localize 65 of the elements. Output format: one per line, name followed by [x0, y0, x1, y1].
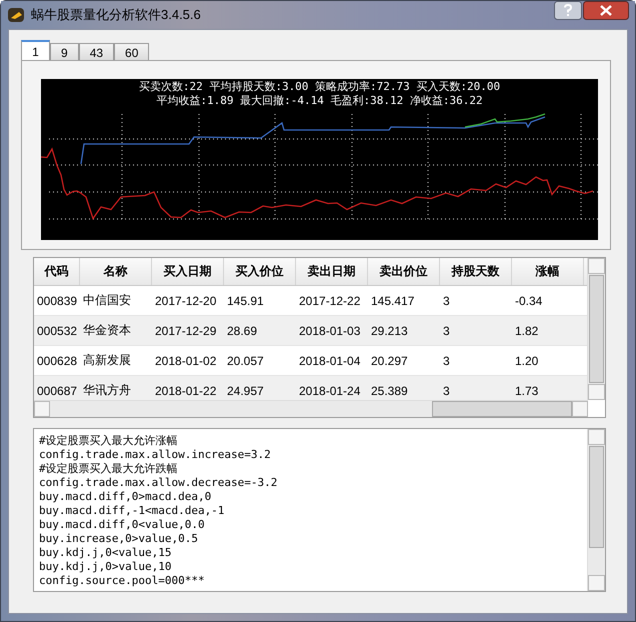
- table-cell-text: 3: [442, 354, 451, 368]
- table-cell-text: 2018-01-22: [154, 384, 218, 398]
- table-cell-text: 20.057: [226, 354, 265, 368]
- table-cell-text: 2017-12-22: [298, 294, 362, 308]
- table-cell-text: 高新发展: [82, 352, 132, 369]
- table-cell-text: 1.73: [514, 384, 540, 398]
- script-line: #设定股票买入最大允许涨幅: [39, 434, 179, 448]
- script-line: buy.macd.diff,0>macd.dea,0: [39, 490, 212, 504]
- table-cell-text: 3: [442, 384, 451, 398]
- table-cell-text: 2018-01-04: [298, 354, 362, 368]
- table-cell-text: 2017-12-29: [154, 324, 218, 338]
- tab[interactable]: 9: [50, 43, 79, 60]
- table-cell-text: 20.297: [370, 354, 409, 368]
- table-cell-text: 中信国安: [82, 292, 132, 309]
- close-icon[interactable]: [583, 1, 629, 20]
- tab[interactable]: 43: [78, 43, 114, 60]
- tab[interactable]: 60: [114, 43, 150, 60]
- column-header[interactable]: 卖出价位: [368, 258, 440, 285]
- script-editor[interactable]: [33, 428, 606, 592]
- column-header[interactable]: 买入日期: [152, 258, 224, 285]
- column-header[interactable]: 名称: [80, 258, 152, 285]
- script-line: buy.increase,0>value,0.5: [39, 532, 199, 546]
- table-cell-text: 华金资本: [82, 322, 132, 339]
- script-line: config.trade.max.allow.decrease=-3.2: [39, 476, 278, 490]
- table-cell-text: 2018-01-24: [298, 384, 362, 398]
- script-line: #设定股票买入最大允许跌幅: [39, 462, 179, 476]
- column-header[interactable]: 涨幅: [512, 258, 584, 285]
- script-line: config.source.pool=000***: [39, 574, 206, 588]
- table-cell-text: 3: [442, 294, 451, 308]
- stats-line: 买卖次数:22 平均持股天数:3.00 策略成功率:72.73 买入天数:20.00: [138, 80, 500, 94]
- table-cell-text: 1.82: [514, 324, 540, 338]
- table-cell-text: 1.20: [514, 354, 540, 368]
- table-cell-text: 145.91: [226, 294, 265, 308]
- table-cell-text: 华讯方舟: [82, 382, 132, 399]
- script-line: buy.macd.diff,-1<macd.dea,-1: [39, 504, 226, 518]
- script-line: buy.kdj.j,0>value,10: [39, 560, 172, 574]
- horizontal-scrollbar[interactable]: [34, 400, 588, 417]
- table-cell-text: 000532: [36, 324, 78, 338]
- script-line: buy.kdj.j,0<value,15: [39, 546, 172, 560]
- table-cell-text: 145.417: [370, 294, 416, 308]
- tab[interactable]: 1: [21, 40, 50, 60]
- table-cell-text: 2017-12-20: [154, 294, 218, 308]
- stats-line: 平均收益:1.89 最大回撤:-4.14 毛盈利:38.12 净收益:36.22: [156, 94, 483, 108]
- column-header[interactable]: 买入价位: [224, 258, 296, 285]
- script-line: config.trade.max.allow.increase=3.2: [39, 448, 272, 462]
- table-cell-text: 2018-01-03: [298, 324, 362, 338]
- column-header[interactable]: 持股天数: [440, 258, 512, 285]
- table-cell-text: 000687: [36, 384, 78, 398]
- table-cell-text: 24.957: [226, 384, 265, 398]
- app-icon: [7, 7, 25, 23]
- vertical-scrollbar[interactable]: [587, 429, 605, 591]
- column-header[interactable]: 代码: [34, 258, 80, 285]
- table-cell-text: -0.34: [514, 294, 544, 308]
- table-cell-text: 29.213: [370, 324, 409, 338]
- vertical-scrollbar[interactable]: [587, 258, 605, 400]
- column-header[interactable]: 卖出日期: [296, 258, 368, 285]
- table-cell-text: 000628: [36, 354, 78, 368]
- window-title: 蜗牛股票量化分析软件3.4.5.6: [31, 6, 202, 24]
- script-line: buy.macd.diff,0<value,0.0: [39, 518, 206, 532]
- table-cell-text: 28.69: [226, 324, 258, 338]
- table-cell-text: 3: [442, 324, 451, 338]
- table-cell-text: 000839: [36, 294, 78, 308]
- table-cell-text: 2018-01-02: [154, 354, 218, 368]
- table-cell-text: 25.389: [370, 384, 409, 398]
- help-icon[interactable]: [554, 1, 582, 20]
